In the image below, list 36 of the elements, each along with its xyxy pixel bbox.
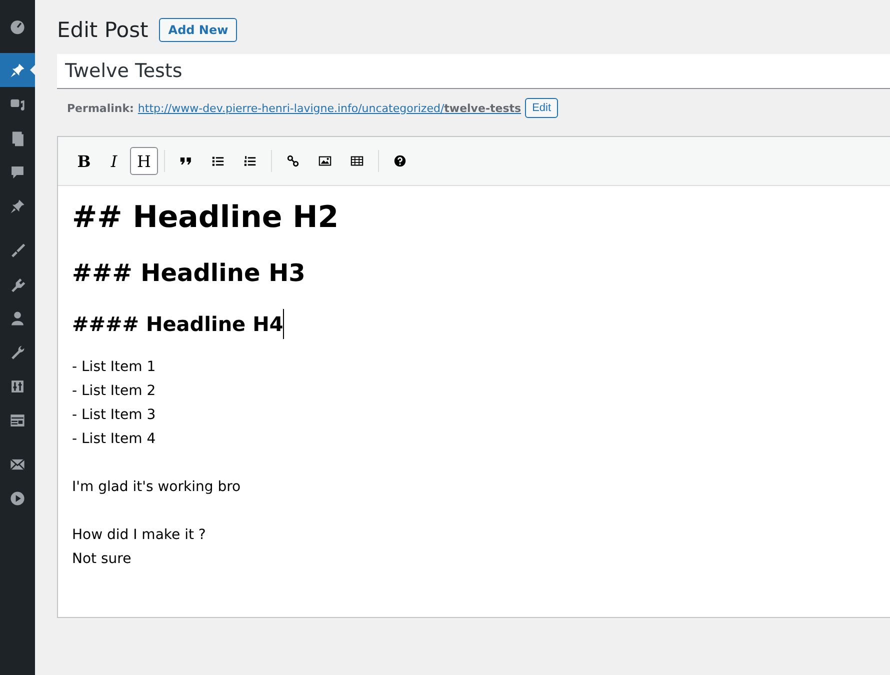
numbered-list-icon	[243, 154, 257, 168]
bullet-list-icon	[211, 154, 225, 168]
pin-icon	[9, 198, 26, 214]
comments-icon	[9, 164, 26, 180]
pin-icon	[9, 62, 26, 78]
heading: ### Headline H3	[72, 259, 306, 287]
text-line: I'm glad it's working bro	[72, 479, 241, 496]
bold-button[interactable]: B	[70, 147, 98, 175]
italic-button[interactable]: I	[100, 147, 128, 175]
edit-button[interactable]: Edit	[525, 98, 558, 118]
title-field[interactable]: Twelve Tests	[57, 54, 890, 89]
text-line: Not sure	[72, 551, 132, 568]
page-title: Edit Post	[57, 18, 148, 42]
list-item: - List Item 2	[72, 383, 156, 400]
wrench-icon	[9, 344, 26, 360]
heading-button[interactable]: H	[130, 147, 158, 175]
list-item: - List Item 1	[72, 359, 156, 376]
text-line: How did I make it ?	[72, 527, 206, 544]
help-icon	[393, 154, 407, 168]
list-item: - List Item 3	[72, 407, 156, 424]
heading: ## Headline H2	[72, 200, 339, 235]
permalink-link[interactable]: http://www-dev.pierre-henri-lavigne.info/uncategorized/twelve-tests	[138, 102, 522, 114]
heading: #### Headline H4	[72, 311, 284, 338]
editor-content[interactable]: ## Headline H2 ### Headline H3 #### Headline H4 - List Item 1 - List Item 2 - List Item 3 - List Item 4 I'm glad it's working bro How did I make it ? Not sure	[58, 186, 890, 617]
play-icon	[9, 490, 26, 506]
table-icon	[9, 412, 26, 428]
menu-item[interactable]	[0, 53, 35, 87]
dashboard-icon	[9, 18, 26, 34]
table-icon	[350, 154, 364, 168]
link-icon	[286, 154, 300, 168]
image-icon	[318, 154, 332, 168]
sliders-icon	[9, 378, 26, 394]
add-new-button[interactable]: Add New	[159, 18, 238, 42]
permalink-label: Permalink:	[67, 102, 134, 114]
list-item: - List Item 4	[72, 431, 156, 448]
user-icon	[9, 310, 26, 326]
